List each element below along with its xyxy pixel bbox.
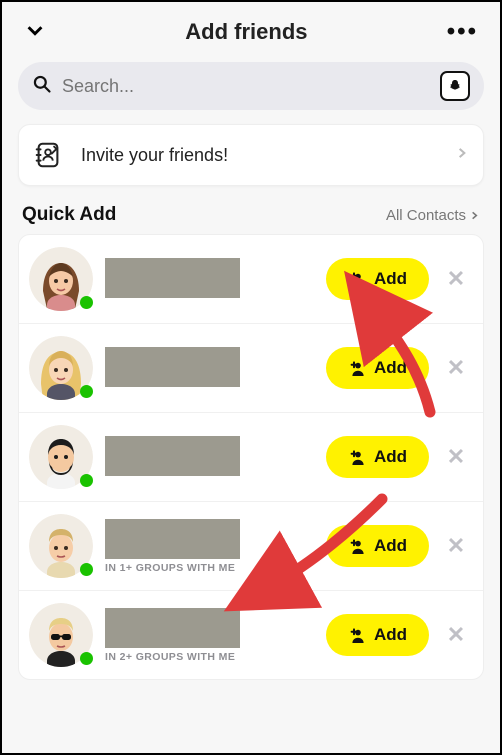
all-contacts-link[interactable]: All Contacts (386, 207, 480, 224)
add-label: Add (374, 358, 407, 378)
add-label: Add (374, 447, 407, 467)
search-icon (32, 74, 52, 99)
quick-add-row: IN 1+ GROUPS WITH ME Add ✕ (19, 502, 483, 591)
name-redacted (105, 347, 240, 387)
row-subtitle: IN 1+ GROUPS WITH ME (105, 562, 314, 574)
search-field[interactable] (18, 62, 484, 110)
avatar[interactable] (29, 336, 93, 400)
quick-add-row: Add ✕ (19, 324, 483, 413)
chevron-right-icon (455, 146, 469, 165)
more-button[interactable]: ••• (447, 18, 478, 46)
dismiss-button[interactable]: ✕ (441, 531, 471, 561)
quick-add-header: Quick Add All Contacts (2, 204, 500, 234)
name-redacted (105, 258, 240, 298)
all-contacts-label: All Contacts (386, 207, 466, 224)
dismiss-button[interactable]: ✕ (441, 442, 471, 472)
snapcode-button[interactable] (440, 71, 470, 101)
add-button[interactable]: Add (326, 436, 429, 478)
chevron-down-icon (24, 19, 46, 41)
quick-add-row: Add ✕ (19, 413, 483, 502)
add-button[interactable]: Add (326, 614, 429, 656)
dismiss-button[interactable]: ✕ (441, 620, 471, 650)
invite-friends-card[interactable]: Invite your friends! (18, 124, 484, 186)
presence-dot (80, 385, 93, 398)
avatar[interactable] (29, 514, 93, 578)
presence-dot (80, 474, 93, 487)
name-redacted (105, 608, 240, 648)
section-title: Quick Add (22, 204, 116, 226)
chevron-right-icon (469, 210, 480, 221)
back-button[interactable] (24, 19, 46, 46)
quick-add-list: Add ✕ Add ✕ (18, 234, 484, 680)
add-label: Add (374, 269, 407, 289)
presence-dot (80, 296, 93, 309)
add-button[interactable]: Add (326, 525, 429, 567)
contacts-icon (33, 140, 63, 170)
row-subtitle: IN 2+ GROUPS WITH ME (105, 651, 314, 663)
add-button[interactable]: Add (326, 347, 429, 389)
invite-label: Invite your friends! (81, 145, 437, 166)
name-redacted (105, 519, 240, 559)
ghost-icon (447, 78, 463, 94)
add-label: Add (374, 536, 407, 556)
quick-add-row: IN 2+ GROUPS WITH ME Add ✕ (19, 591, 483, 679)
add-label: Add (374, 625, 407, 645)
header: Add friends ••• (2, 2, 500, 62)
avatar[interactable] (29, 247, 93, 311)
dismiss-button[interactable]: ✕ (441, 353, 471, 383)
dismiss-button[interactable]: ✕ (441, 264, 471, 294)
page-title: Add friends (185, 19, 307, 45)
search-input[interactable] (62, 76, 430, 97)
add-button[interactable]: Add (326, 258, 429, 300)
avatar[interactable] (29, 425, 93, 489)
avatar[interactable] (29, 603, 93, 667)
presence-dot (80, 652, 93, 665)
presence-dot (80, 563, 93, 576)
quick-add-row: Add ✕ (19, 235, 483, 324)
name-redacted (105, 436, 240, 476)
